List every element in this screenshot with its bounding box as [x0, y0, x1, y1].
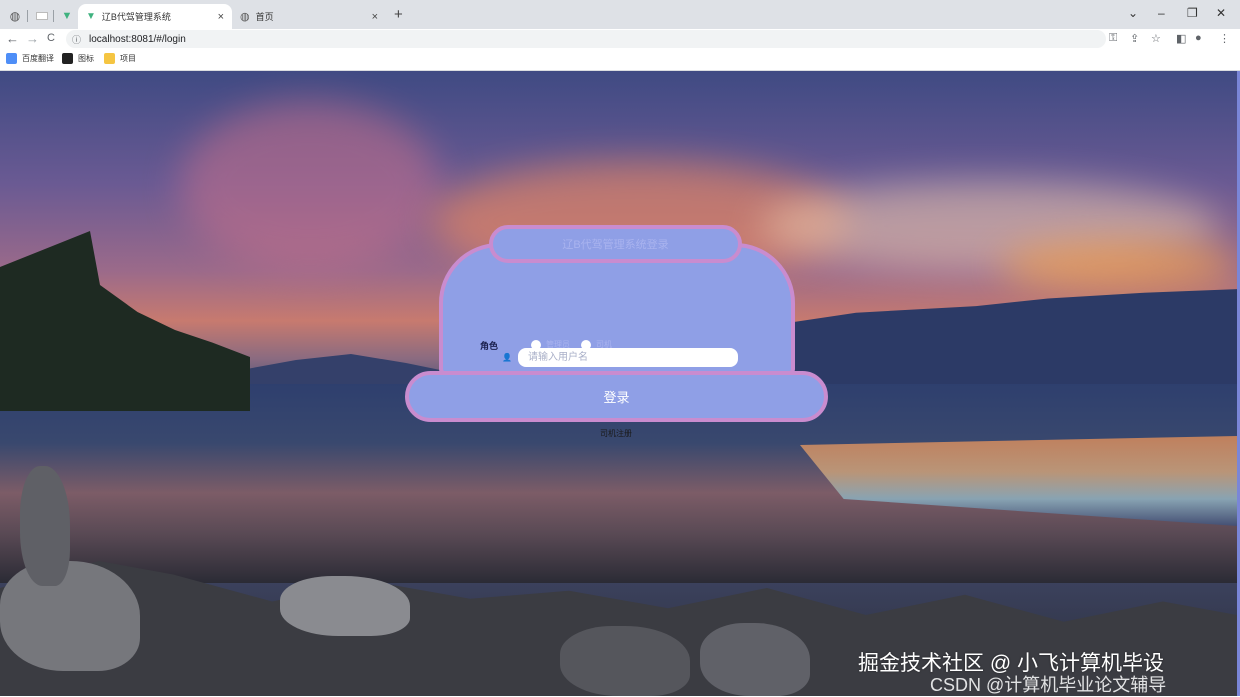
tab-home-page[interactable]: ◍ 首页 × [232, 4, 386, 29]
bookmark-label: 图标 [78, 54, 94, 63]
bookmarks-bar: 百度翻译 图标 项目 [0, 50, 1240, 71]
username-input[interactable] [518, 348, 738, 367]
driver-register-link[interactable]: 司机注册 [600, 428, 632, 439]
tab-separator [27, 10, 28, 22]
rock [20, 466, 70, 586]
back-button[interactable]: ← [6, 31, 19, 46]
minimize-button[interactable]: – [1158, 6, 1165, 20]
rock [280, 576, 410, 636]
bookmark-icons[interactable]: 图标 [62, 53, 94, 64]
login-button[interactable]: 登录 [405, 371, 828, 422]
url-bar[interactable]: ⓘ localhost:8081/#/login [66, 30, 1106, 48]
role-radio-admin[interactable]: 管理员 [531, 339, 570, 350]
tab-search-button[interactable]: ⌄ [1128, 6, 1138, 20]
share-icon[interactable]: ⇪ [1130, 32, 1139, 45]
forest [0, 231, 250, 411]
horizon-glow [1000, 241, 1237, 291]
radio-label: 司机 [596, 340, 612, 349]
vue-logo-icon: ▼ [61, 10, 73, 22]
translate-icon [6, 53, 17, 64]
star-icon[interactable]: ☆ [1151, 32, 1161, 45]
role-label: 角色 [480, 341, 499, 351]
radio-circle-icon [531, 339, 541, 350]
globe-icon: ◍ [240, 11, 250, 23]
bookmark-label: 项目 [120, 54, 136, 63]
rock [700, 623, 810, 696]
username-row: 👤 [500, 348, 738, 367]
mail-icon [36, 12, 48, 20]
reload-button[interactable]: C [47, 32, 55, 44]
tab-strip: ◍ ▼ ▼ 辽B代驾管理系统 × ◍ 首页 × + ⌄ – ❐ ✕ [0, 0, 1240, 29]
sky-cloud [180, 101, 440, 271]
bookmark-projects[interactable]: 项目 [104, 53, 136, 64]
vue-logo-icon: ▼ [86, 11, 96, 22]
pinned-tab-mail[interactable] [31, 5, 53, 27]
tab-close-icon[interactable]: × [372, 11, 378, 23]
tab-close-icon[interactable]: × [218, 11, 224, 23]
pinned-tab-globe[interactable]: ◍ [4, 5, 26, 27]
bookmark-label: 百度翻译 [22, 54, 54, 63]
watermark-csdn: CSDN @计算机毕业论文辅导 [930, 675, 1167, 695]
menu-kebab-icon[interactable]: ⋮ [1219, 32, 1230, 45]
tab-title: 首页 [255, 12, 274, 22]
image-icon [62, 53, 73, 64]
tab-login-page[interactable]: ▼ 辽B代驾管理系统 × [78, 4, 232, 29]
bookmark-baidu-translate[interactable]: 百度翻译 [6, 53, 54, 64]
role-radio-driver[interactable]: 司机 [581, 339, 612, 350]
radio-label: 管理员 [546, 340, 570, 349]
profile-icon[interactable]: ● [1195, 32, 1202, 44]
pinned-tab-vue[interactable]: ▼ [56, 5, 78, 27]
tab-separator [53, 10, 54, 22]
restore-button[interactable]: ❐ [1187, 6, 1198, 20]
address-toolbar: ← → C ⓘ localhost:8081/#/login ⚿ ⇪ ☆ ◧ ●… [0, 29, 1240, 49]
radio-circle-icon [581, 339, 591, 350]
forward-button[interactable]: → [26, 31, 39, 46]
new-tab-button[interactable]: + [394, 6, 403, 23]
close-window-button[interactable]: ✕ [1216, 6, 1226, 20]
rock [0, 561, 140, 671]
rock [560, 626, 690, 696]
url-text: localhost:8081/#/login [89, 33, 186, 45]
globe-icon: ◍ [9, 9, 21, 23]
mountain [760, 289, 1237, 384]
folder-icon [104, 53, 115, 64]
user-icon: 👤 [502, 353, 512, 362]
side-panel-icon[interactable]: ◧ [1176, 32, 1186, 45]
tab-title: 辽B代驾管理系统 [101, 12, 171, 22]
site-info-icon[interactable]: ⓘ [72, 33, 81, 46]
key-icon[interactable]: ⚿ [1109, 32, 1117, 45]
login-title: 辽B代驾管理系统登录 [489, 225, 742, 263]
